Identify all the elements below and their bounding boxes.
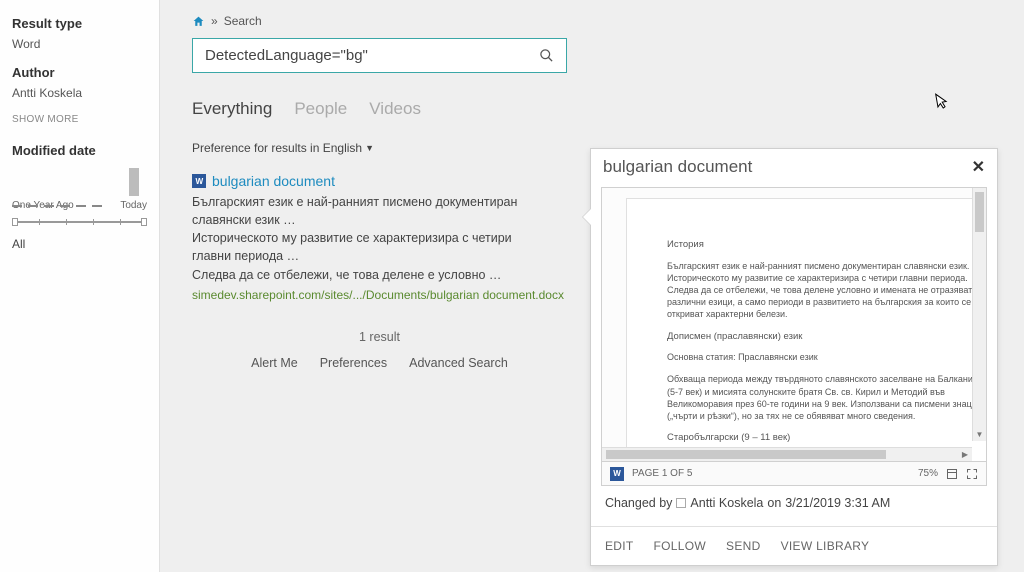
scroll-right-arrow-icon[interactable]: ▶ (958, 448, 972, 461)
refiners-panel: Result type Word Author Antti Koskela SH… (0, 0, 160, 572)
doc-para-3: Обхваща периода между твърдяното славянс… (667, 373, 985, 422)
vertical-scrollbar[interactable]: ▲ ▼ (972, 188, 986, 441)
mouse-cursor-icon (935, 91, 952, 111)
word-doc-icon: W (192, 174, 206, 188)
histogram-bar (129, 168, 139, 196)
follow-button[interactable]: FOLLOW (654, 539, 706, 553)
document-page: История Българският език е най-ранният п… (626, 198, 987, 462)
hover-preview-panel: bulgarian document ✕ История Българският… (590, 148, 998, 566)
preview-statusbar: W PAGE 1 OF 5 75% (601, 462, 987, 486)
close-icon[interactable]: ✕ (972, 157, 985, 177)
presence-icon (676, 498, 686, 508)
result-snippet-2: Историческото му развитие се характеризи… (192, 229, 552, 265)
scope-videos[interactable]: Videos (369, 99, 421, 119)
result-title-text: bulgarian document (212, 173, 335, 189)
search-input[interactable] (205, 47, 538, 64)
result-type-heading: Result type (12, 16, 147, 31)
changed-timestamp: 3/21/2019 3:31 AM (785, 496, 890, 510)
search-box[interactable] (192, 38, 567, 73)
page-indicator: PAGE 1 OF 5 (632, 468, 692, 479)
author-heading: Author (12, 65, 147, 80)
author-show-more[interactable]: SHOW MORE (12, 114, 147, 125)
home-icon[interactable] (192, 15, 205, 28)
modified-date-heading: Modified date (12, 143, 147, 158)
document-preview-frame[interactable]: История Българският език е най-ранният п… (601, 187, 987, 462)
result-count: 1 result (192, 330, 567, 344)
edit-button[interactable]: EDIT (605, 539, 634, 553)
zoom-level: 75% (918, 468, 938, 479)
preview-title: bulgarian document (603, 157, 752, 177)
changed-by-author[interactable]: Antti Koskela (690, 496, 763, 510)
author-value[interactable]: Antti Koskela (12, 86, 147, 100)
view-library-button[interactable]: VIEW LIBRARY (781, 539, 870, 553)
search-icon[interactable] (538, 48, 554, 64)
result-snippet-3: Следва да се отбележи, че това делене е … (192, 266, 552, 284)
callout-arrow-icon (583, 209, 591, 225)
send-button[interactable]: SEND (726, 539, 761, 553)
doc-heading-3: Старобългарски (9 – 11 век) (667, 432, 985, 445)
language-preference-label: Preference for results in English (192, 141, 362, 155)
changed-on-label: on (767, 496, 781, 510)
scrollbar-thumb-x[interactable] (606, 450, 886, 459)
preferences-link[interactable]: Preferences (320, 356, 387, 370)
changed-by-label: Changed by (605, 496, 672, 510)
view-mode-icon[interactable] (946, 468, 958, 480)
breadcrumb-sep: » (211, 14, 218, 28)
alert-me-link[interactable]: Alert Me (251, 356, 298, 370)
scope-everything[interactable]: Everything (192, 99, 272, 119)
scrollbar-thumb-y[interactable] (975, 192, 984, 232)
breadcrumb-current: Search (224, 14, 262, 28)
date-slider[interactable] (12, 215, 147, 229)
breadcrumb: » Search (192, 14, 992, 28)
svg-text:W: W (196, 177, 204, 186)
date-histogram (12, 166, 147, 196)
horizontal-scrollbar[interactable]: ◀ ▶ (602, 447, 972, 461)
date-all[interactable]: All (12, 237, 147, 251)
doc-para-1: Българският език е най-ранният писмено д… (667, 260, 985, 321)
chevron-down-icon: ▼ (365, 143, 374, 153)
doc-heading-2: Дописмен (праславянски) език (667, 331, 985, 344)
fullscreen-icon[interactable] (966, 468, 978, 480)
preview-changed-by: Changed by Antti Koskela on 3/21/2019 3:… (591, 486, 997, 516)
result-type-value[interactable]: Word (12, 37, 147, 51)
result-footer-actions: Alert Me Preferences Advanced Search (192, 356, 567, 370)
advanced-search-link[interactable]: Advanced Search (409, 356, 508, 370)
scope-people[interactable]: People (294, 99, 347, 119)
search-scopes: Everything People Videos (192, 99, 992, 119)
doc-para-2: Основна статия: Праславянски език (667, 351, 985, 363)
date-to-label: Today (120, 200, 147, 211)
doc-heading-1: История (667, 239, 985, 252)
result-snippet-1: Българският език е най-ранният писмено д… (192, 193, 552, 229)
preview-actions: EDIT FOLLOW SEND VIEW LIBRARY (591, 527, 997, 565)
word-app-icon[interactable]: W (610, 467, 624, 481)
scroll-down-arrow-icon[interactable]: ▼ (973, 427, 986, 441)
